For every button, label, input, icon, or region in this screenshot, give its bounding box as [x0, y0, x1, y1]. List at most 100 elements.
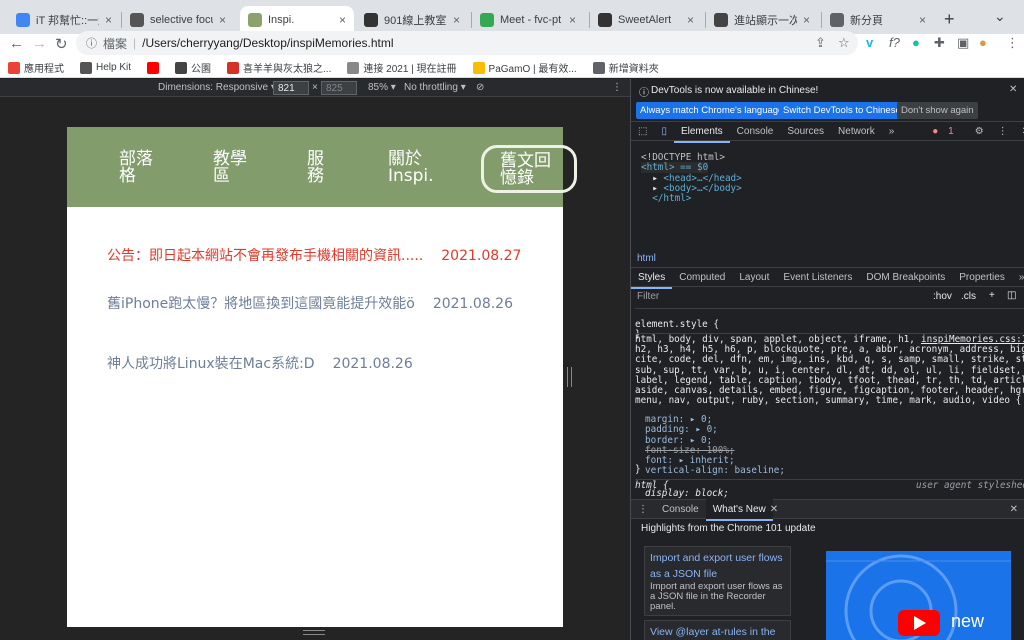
add-rule-icon[interactable]: + — [989, 290, 995, 301]
extensions-puzzle-icon[interactable]: ✚ — [934, 35, 945, 51]
tab-sweetalert[interactable]: SweetAlert × — [590, 6, 702, 34]
tab-network[interactable]: Network — [831, 126, 882, 137]
viewport-height-input[interactable] — [321, 81, 357, 95]
hov-toggle[interactable]: :hov — [933, 291, 952, 302]
bookmark-item[interactable]: 喜羊羊與灰太狼之... — [219, 60, 339, 75]
bookmark-item[interactable]: 連接 2021 | 現在註冊 — [339, 60, 464, 75]
tab-close-icon[interactable]: × — [105, 13, 112, 27]
dom-html-close[interactable]: </html> — [652, 193, 691, 204]
tab-new-tab[interactable]: 新分頁 × — [822, 6, 934, 34]
inspect-icon[interactable]: ⬚ — [631, 126, 654, 137]
tab-console[interactable]: Console — [730, 126, 781, 137]
nav-blog[interactable]: 部落 格 — [119, 151, 153, 185]
card-title[interactable]: Import and export user flows as a JSON f… — [650, 550, 785, 582]
drawer-menu-icon[interactable]: ⋮ — [631, 504, 655, 515]
forward-arrow-icon[interactable]: → — [32, 35, 47, 52]
drawer-tab-console[interactable]: Console — [655, 504, 706, 515]
vimeo-extension-icon[interactable]: v — [866, 35, 873, 50]
bookmark-item[interactable]: PaGamO | 最有效... — [465, 60, 585, 75]
more-tabs-chevron-icon[interactable]: » — [1012, 272, 1024, 283]
throttle-select[interactable]: No throttling ▾ — [404, 82, 466, 93]
bookmark-item[interactable]: 公園 — [167, 60, 219, 75]
dont-show-button[interactable]: Don't show again — [897, 102, 978, 119]
new-tab-button[interactable]: + — [944, 9, 955, 30]
tab-selective-focus[interactable]: selective focus pt × — [122, 6, 234, 34]
news-item[interactable]: 舊iPhone跑太慢？將地區換到這國竟能提升效能ö 2021.08.26 — [107, 293, 513, 313]
nav-service[interactable]: 服 務 — [307, 151, 324, 185]
bottom-resize-handle[interactable] — [303, 630, 325, 635]
whats-new-promo-image[interactable]: new — [826, 551, 1011, 640]
side-resize-handle[interactable] — [567, 367, 572, 387]
bookmark-item[interactable]: Help Kit — [72, 61, 139, 74]
tab-close-icon[interactable]: × — [219, 13, 226, 27]
tab-close-icon[interactable]: × — [919, 13, 926, 27]
card-title[interactable]: View @layer at-rules in the — [650, 624, 785, 640]
gear-icon[interactable]: ⚙ — [968, 126, 991, 137]
device-toggle-icon[interactable]: ▯ — [654, 126, 674, 137]
kebab-menu-icon[interactable]: ⋮ — [991, 126, 1015, 137]
bookmark-item[interactable]: 應用程式 — [0, 60, 72, 75]
close-icon[interactable]: ✕ — [763, 504, 785, 515]
tab-elements[interactable]: Elements — [673, 120, 730, 143]
error-badge[interactable]: ● 1 — [925, 126, 967, 137]
sidebar-toggle-icon[interactable]: ◫ — [1007, 290, 1016, 301]
tab-close-icon[interactable]: × — [687, 13, 694, 27]
breadcrumb[interactable]: html — [637, 253, 656, 264]
prop-vertical-align[interactable]: vertical-align: baseline; — [645, 465, 785, 476]
zoom-select[interactable]: 85% ▾ — [368, 82, 396, 93]
tab-close-icon[interactable]: × — [453, 13, 460, 27]
tab-close-icon[interactable]: × — [803, 13, 810, 27]
news-item[interactable]: 公告：即日起本網站不會再發布手機相關的資訊..... 2021.08.27 — [107, 245, 521, 265]
feature-card[interactable]: View @layer at-rules in the — [644, 620, 791, 640]
grammarly-extension-icon[interactable]: ● — [912, 35, 920, 50]
rotate-icon[interactable]: ⊘ — [476, 82, 484, 93]
feature-card[interactable]: Import and export user flows as a JSON f… — [644, 546, 791, 616]
bookmark-favicon-icon — [227, 61, 240, 74]
tab-show-once[interactable]: 進站顯示一次就好 × — [706, 6, 818, 34]
news-item[interactable]: 神人成功將Linux裝在Mac系統:D 2021.08.26 — [107, 353, 413, 373]
element-style-rule[interactable]: element.style { — [635, 319, 719, 330]
close-icon[interactable]: ✕ — [1015, 126, 1024, 137]
back-arrow-icon[interactable]: ← — [9, 35, 24, 52]
cls-toggle[interactable]: .cls — [961, 291, 976, 302]
nav-about[interactable]: 關於 Inspi. — [388, 151, 434, 185]
info-icon[interactable]: ⓘ — [86, 35, 97, 51]
dimensions-select[interactable]: Dimensions: Responsive ▾ — [158, 82, 276, 93]
bookmark-item[interactable]: 新增資料夾 — [585, 60, 667, 75]
side-panel-icon[interactable]: ▣ — [957, 35, 969, 51]
tab-layout[interactable]: Layout — [732, 272, 776, 283]
rule-source-link[interactable]: inspiMemories.css:13 — [921, 334, 1024, 345]
nav-memories-button[interactable]: 舊文回 憶錄 — [481, 145, 577, 193]
more-tabs-chevron-icon[interactable]: » — [882, 126, 902, 137]
tab-computed[interactable]: Computed — [672, 272, 732, 283]
tab-search-chevron-icon[interactable]: ⌄ — [994, 8, 1006, 25]
tab-sources[interactable]: Sources — [780, 126, 831, 137]
tab-styles[interactable]: Styles — [631, 266, 673, 289]
switch-chinese-button[interactable]: Switch DevTools to Chinese — [779, 102, 905, 119]
bookmark-item[interactable] — [139, 61, 167, 74]
close-icon[interactable]: ✕ — [1009, 84, 1017, 95]
styles-filter-input[interactable]: Filter — [637, 291, 659, 302]
tab-event-listeners[interactable]: Event Listeners — [776, 272, 859, 283]
tab-meet[interactable]: Meet - fvc-pt × — [472, 6, 584, 34]
match-language-button[interactable]: Always match Chrome's language — [636, 102, 788, 119]
close-drawer-icon[interactable]: ✕ — [1003, 504, 1024, 515]
address-bar[interactable]: ⓘ 檔案 | /Users/cherryyang/Desktop/inspiMe… — [76, 31, 858, 55]
tab-dom-breakpoints[interactable]: DOM Breakpoints — [859, 272, 952, 283]
tab-close-icon[interactable]: × — [339, 13, 346, 27]
bookmark-star-icon[interactable]: ☆ — [838, 35, 850, 51]
tab-itbang[interactable]: iT 邦幫忙::一起幫 × — [8, 6, 120, 34]
tab-properties[interactable]: Properties — [952, 272, 1012, 283]
viewport-width-input[interactable] — [273, 81, 309, 95]
tab-title: SweetAlert — [618, 14, 672, 26]
reload-icon[interactable]: ↻ — [55, 35, 68, 53]
share-icon[interactable]: ⇪ — [815, 35, 826, 51]
formula-extension-icon[interactable]: f? — [889, 35, 900, 50]
kebab-menu-icon[interactable]: ⋮ — [1006, 35, 1019, 51]
device-menu-icon[interactable]: ⋮ — [612, 82, 622, 93]
tab-inspi[interactable]: Inspi. × — [240, 6, 354, 34]
tab-close-icon[interactable]: × — [569, 13, 576, 27]
nav-teaching[interactable]: 教學 區 — [213, 151, 247, 185]
avatar[interactable]: ● — [979, 35, 987, 50]
tab-901-classroom[interactable]: 901線上教室 × — [356, 6, 468, 34]
